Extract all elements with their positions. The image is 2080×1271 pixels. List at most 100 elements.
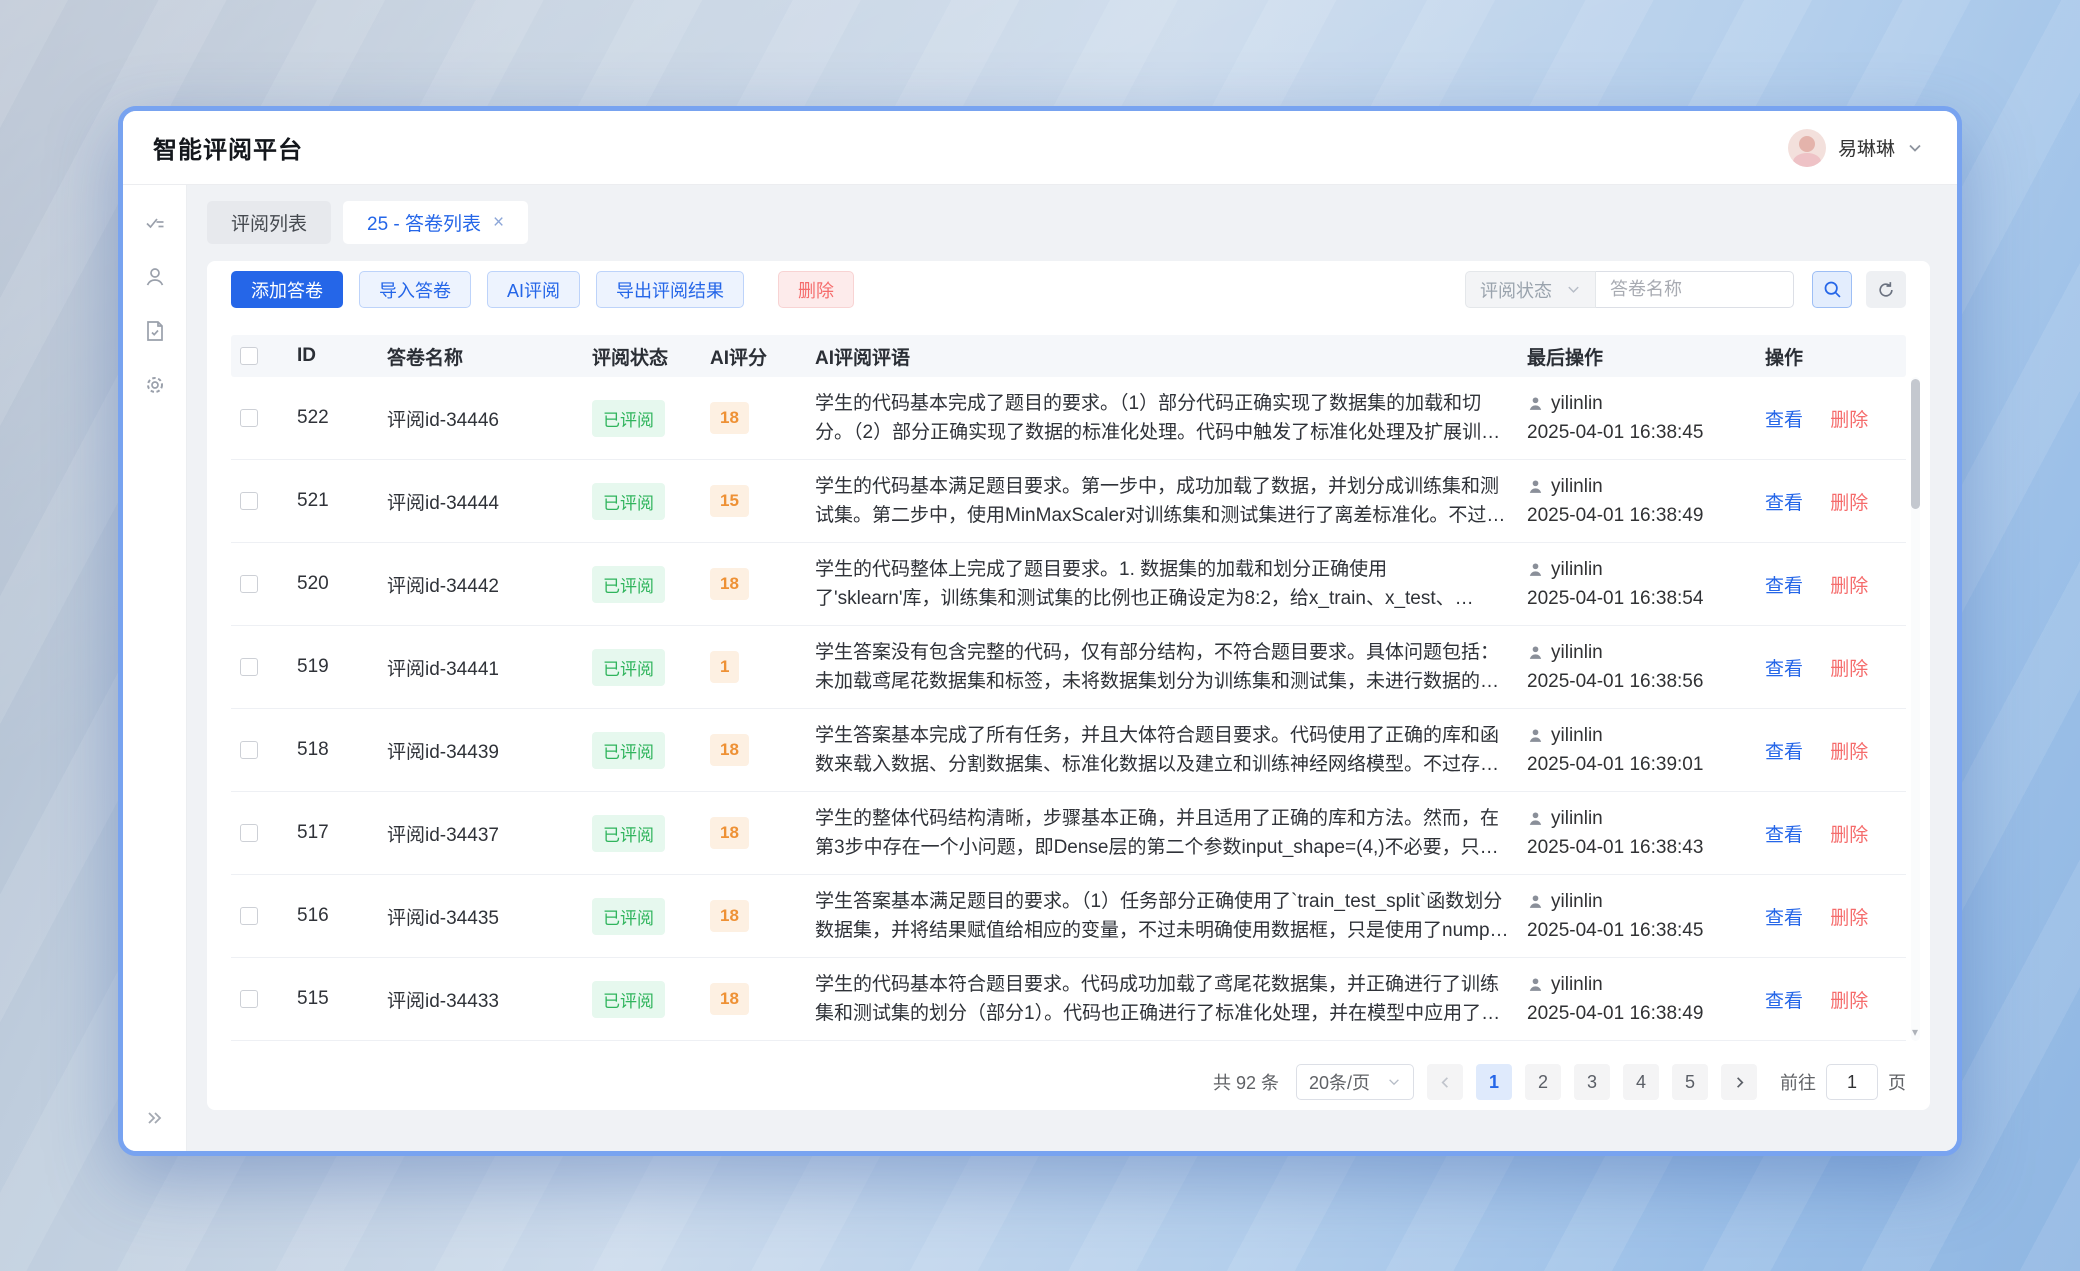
row-checkbox[interactable] bbox=[240, 492, 258, 510]
select-all-checkbox[interactable] bbox=[240, 347, 258, 365]
review-status-select[interactable]: 评阅状态 bbox=[1465, 271, 1596, 308]
tab-close-icon[interactable]: × bbox=[493, 213, 504, 232]
row-last-op: yilinlin 2025-04-01 16:38:49 bbox=[1527, 472, 1765, 531]
toolbar: 添加答卷 导入答卷 AI评阅 导出评阅结果 删除 评阅状态 bbox=[231, 271, 1906, 308]
row-comment: 学生答案没有包含完整的代码，仅有部分结构，不符合题目要求。具体问题包括：未加载鸢… bbox=[815, 638, 1527, 697]
page-button-1[interactable]: 1 bbox=[1476, 1064, 1512, 1100]
row-last-op: yilinlin 2025-04-01 16:38:45 bbox=[1527, 887, 1765, 946]
user-icon[interactable] bbox=[143, 265, 167, 289]
score-badge: 18 bbox=[710, 900, 749, 932]
row-comment: 学生的代码整体上完成了题目要求。1. 数据集的加载和划分正确使用了'sklear… bbox=[815, 555, 1527, 614]
row-checkbox[interactable] bbox=[240, 907, 258, 925]
goto-page: 前往 页 bbox=[1780, 1064, 1906, 1100]
person-icon bbox=[1527, 976, 1544, 993]
row-last-op: yilinlin 2025-04-01 16:39:01 bbox=[1527, 721, 1765, 780]
chevron-down-icon[interactable] bbox=[1907, 140, 1923, 156]
view-link[interactable]: 查看 bbox=[1765, 659, 1803, 680]
row-checkbox[interactable] bbox=[240, 990, 258, 1008]
row-checkbox[interactable] bbox=[240, 575, 258, 593]
row-checkbox[interactable] bbox=[240, 741, 258, 759]
delete-link[interactable]: 删除 bbox=[1830, 742, 1868, 763]
table-row: 516 评阅id-34435 已评阅 18 学生答案基本满足题目的要求。（1）任… bbox=[231, 875, 1906, 958]
import-answer-button[interactable]: 导入答卷 bbox=[359, 271, 471, 308]
goto-page-input[interactable] bbox=[1826, 1064, 1878, 1100]
answer-name-input[interactable] bbox=[1596, 271, 1794, 308]
row-name: 评阅id-34433 bbox=[387, 986, 592, 1013]
row-operator: yilinlin bbox=[1551, 638, 1603, 667]
delete-link[interactable]: 删除 bbox=[1830, 410, 1868, 431]
page-button-4[interactable]: 4 bbox=[1623, 1064, 1659, 1100]
row-operator: yilinlin bbox=[1551, 389, 1603, 418]
row-id: 519 bbox=[297, 656, 387, 678]
page-button-5[interactable]: 5 bbox=[1672, 1064, 1708, 1100]
row-operator: yilinlin bbox=[1551, 555, 1603, 584]
row-id: 517 bbox=[297, 822, 387, 844]
tab-review-list-label: 评阅列表 bbox=[231, 209, 307, 236]
delete-link[interactable]: 删除 bbox=[1830, 825, 1868, 846]
tab-answer-list-label: 25 - 答卷列表 bbox=[367, 209, 481, 236]
row-id: 518 bbox=[297, 739, 387, 761]
person-icon bbox=[1527, 644, 1544, 661]
view-link[interactable]: 查看 bbox=[1765, 908, 1803, 929]
row-checkbox[interactable] bbox=[240, 409, 258, 427]
score-badge: 18 bbox=[710, 402, 749, 434]
ai-review-button[interactable]: AI评阅 bbox=[487, 271, 580, 308]
user-menu[interactable]: 易琳琳 bbox=[1788, 129, 1923, 167]
delete-link[interactable]: 删除 bbox=[1830, 659, 1868, 680]
score-badge: 1 bbox=[710, 651, 739, 683]
row-timestamp: 2025-04-01 16:38:49 bbox=[1527, 501, 1765, 530]
view-link[interactable]: 查看 bbox=[1765, 410, 1803, 431]
person-icon bbox=[1527, 727, 1544, 744]
col-actions: 操作 bbox=[1765, 343, 1890, 370]
delete-link[interactable]: 删除 bbox=[1830, 908, 1868, 929]
row-comment: 学生的代码基本符合题目要求。代码成功加载了鸢尾花数据集，并正确进行了训练集和测试… bbox=[815, 970, 1527, 1029]
col-status: 评阅状态 bbox=[592, 343, 710, 370]
row-comment: 学生的代码基本完成了题目的要求。（1）部分代码正确实现了数据集的加载和切分。（2… bbox=[815, 389, 1527, 448]
view-link[interactable]: 查看 bbox=[1765, 576, 1803, 597]
refresh-icon bbox=[1876, 280, 1896, 300]
review-status-placeholder: 评阅状态 bbox=[1480, 277, 1552, 303]
view-link[interactable]: 查看 bbox=[1765, 991, 1803, 1012]
refresh-button[interactable] bbox=[1866, 271, 1906, 308]
user-name: 易琳琳 bbox=[1838, 134, 1895, 161]
status-badge: 已评阅 bbox=[592, 732, 665, 769]
scrollbar-down-arrow[interactable]: ▾ bbox=[1912, 1025, 1918, 1039]
tasks-check-icon[interactable] bbox=[143, 211, 167, 235]
search-button[interactable] bbox=[1812, 271, 1852, 308]
next-page-button[interactable] bbox=[1721, 1064, 1757, 1100]
score-badge: 18 bbox=[710, 983, 749, 1015]
settings-gear-icon[interactable] bbox=[143, 373, 167, 397]
col-name: 答卷名称 bbox=[387, 343, 592, 370]
scrollbar-thumb[interactable] bbox=[1911, 379, 1920, 509]
double-chevron-right-icon[interactable] bbox=[145, 1108, 165, 1133]
row-id: 515 bbox=[297, 988, 387, 1010]
row-checkbox[interactable] bbox=[240, 658, 258, 676]
delete-link[interactable]: 删除 bbox=[1830, 576, 1868, 597]
page-button-3[interactable]: 3 bbox=[1574, 1064, 1610, 1100]
delete-link[interactable]: 删除 bbox=[1830, 991, 1868, 1012]
table-scrollbar[interactable]: ▾ bbox=[1911, 377, 1920, 1041]
tab-answer-list[interactable]: 25 - 答卷列表 × bbox=[343, 201, 528, 244]
add-answer-button[interactable]: 添加答卷 bbox=[231, 271, 343, 308]
col-last-op: 最后操作 bbox=[1527, 343, 1765, 370]
col-score: AI评分 bbox=[710, 343, 815, 370]
delete-button[interactable]: 删除 bbox=[778, 271, 854, 308]
document-check-icon[interactable] bbox=[143, 319, 167, 343]
view-link[interactable]: 查看 bbox=[1765, 493, 1803, 514]
view-link[interactable]: 查看 bbox=[1765, 742, 1803, 763]
tab-review-list[interactable]: 评阅列表 bbox=[207, 201, 331, 244]
row-last-op: yilinlin 2025-04-01 16:38:45 bbox=[1527, 389, 1765, 448]
delete-link[interactable]: 删除 bbox=[1830, 493, 1868, 514]
prev-page-button[interactable] bbox=[1427, 1064, 1463, 1100]
row-id: 520 bbox=[297, 573, 387, 595]
avatar[interactable] bbox=[1788, 129, 1826, 167]
view-link[interactable]: 查看 bbox=[1765, 825, 1803, 846]
page-size-select[interactable]: 20条/页 bbox=[1296, 1064, 1414, 1100]
row-name: 评阅id-34437 bbox=[387, 820, 592, 847]
export-result-button[interactable]: 导出评阅结果 bbox=[596, 271, 744, 308]
page-button-2[interactable]: 2 bbox=[1525, 1064, 1561, 1100]
row-checkbox[interactable] bbox=[240, 824, 258, 842]
row-timestamp: 2025-04-01 16:38:56 bbox=[1527, 667, 1765, 696]
person-icon bbox=[1527, 893, 1544, 910]
row-comment: 学生的代码基本满足题目要求。第一步中，成功加载了数据，并划分成训练集和测试集。第… bbox=[815, 472, 1527, 531]
